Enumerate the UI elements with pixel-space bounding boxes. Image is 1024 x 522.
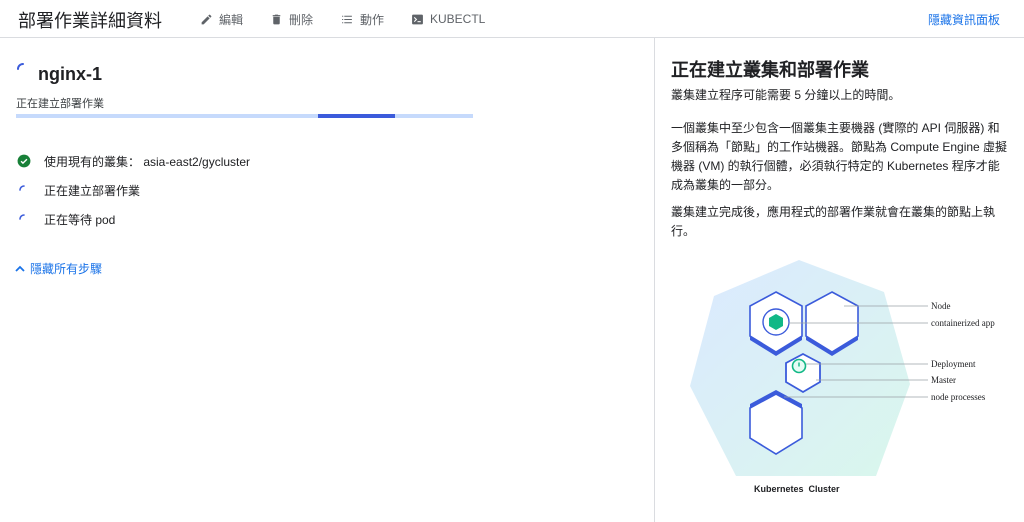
deployment-progress-pane: nginx-1 正在建立部署作業 使用現有的叢集： asia-east2/gyc… — [0, 38, 655, 522]
progress-bar — [16, 114, 473, 118]
trash-icon — [272, 14, 281, 24]
actions-button-label: 動作 — [360, 12, 385, 27]
deployment-status: 正在建立部署作業 — [16, 98, 104, 110]
deployment-name: nginx-1 — [38, 64, 103, 84]
diagram-label-containerized-app: containerized app — [931, 318, 995, 328]
actions-button[interactable]: 動作 — [340, 10, 384, 28]
info-title: 正在建立叢集和部署作業 — [671, 60, 869, 80]
loading-spinner-icon — [16, 211, 32, 227]
step-use-existing-cluster: 使用現有的叢集： asia-east2/gycluster — [16, 152, 250, 170]
step-label: 正在建立部署作業 — [44, 183, 141, 198]
terminal-icon — [412, 14, 423, 24]
check-circle-icon — [16, 153, 32, 169]
delete-button-label: 刪除 — [289, 12, 314, 27]
progress-bar-fill — [317, 114, 396, 118]
step-waiting-pod: 正在等待 pod — [16, 210, 115, 228]
loading-spinner-icon — [16, 182, 32, 198]
edit-button[interactable]: 編輯 — [200, 10, 243, 28]
delete-button[interactable]: 刪除 — [270, 10, 313, 28]
kubectl-button-label: KUBECTL — [430, 12, 486, 26]
info-paragraph: 叢集建立程序可能需要 5 分鐘以上的時間。 — [671, 88, 901, 102]
loading-spinner-icon — [17, 63, 24, 70]
list-icon — [342, 15, 352, 23]
chevron-up-icon — [15, 265, 25, 272]
step-label: 正在等待 pod — [44, 212, 116, 227]
page-title: 部署作業詳細資料 — [18, 11, 162, 31]
info-paragraph: 一個叢集中至少包含一個叢集主要機器 (實際的 API 伺服器) 和多個稱為「節點… — [671, 121, 1008, 192]
edit-button-label: 編輯 — [219, 12, 244, 27]
hide-info-panel-link[interactable]: 隱藏資訊面板 — [928, 11, 1000, 28]
top-bar: 部署作業詳細資料 編輯 刪除 動作 KUBECTL 隱藏資訊面板 — [0, 0, 1024, 38]
kubectl-button[interactable]: KUBECTL — [411, 10, 485, 28]
hide-all-steps-label: 隱藏所有步驟 — [30, 262, 103, 276]
pencil-icon — [201, 14, 212, 24]
hide-all-steps-link[interactable]: 隱藏所有步驟 — [14, 260, 102, 277]
step-label: 使用現有的叢集： asia-east2/gycluster — [44, 154, 251, 169]
diagram-label-node: Node — [931, 301, 951, 311]
diagram-caption: Kubernetes Cluster — [754, 484, 840, 494]
kubernetes-cluster-diagram: Node containerized app Deployment Master… — [690, 260, 995, 494]
info-panel: 正在建立叢集和部署作業 叢集建立程序可能需要 5 分鐘以上的時間。 一個叢集中至… — [656, 38, 1024, 522]
diagram-label-master: Master — [931, 375, 956, 385]
diagram-label-node-processes: node processes — [931, 392, 986, 402]
step-creating-deployment: 正在建立部署作業 — [16, 181, 140, 199]
info-paragraph: 叢集建立完成後，應用程式的部署作業就會在叢集的節點上執行。 — [671, 205, 996, 238]
diagram-label-deployment: Deployment — [931, 359, 976, 369]
